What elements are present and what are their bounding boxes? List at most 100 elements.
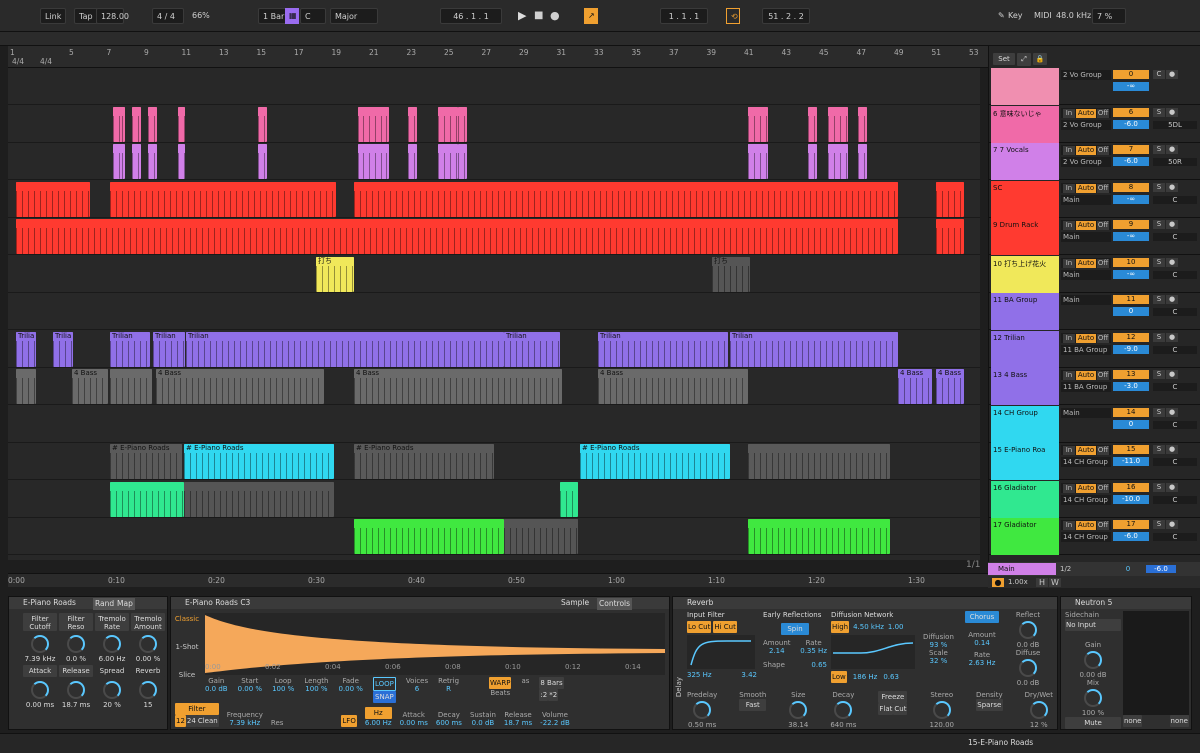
low-toggle[interactable]: Low	[831, 671, 847, 683]
locut-toggle[interactable]: Lo Cut	[687, 621, 712, 633]
track-name[interactable]: SC	[991, 180, 1059, 218]
lfo-hz-toggle[interactable]: Hz	[364, 707, 392, 719]
clip[interactable]: # E-Piano Roads	[580, 444, 730, 479]
output-routing-select[interactable]: Main	[1061, 194, 1111, 205]
track-number[interactable]: 9	[1113, 220, 1149, 229]
pan-field[interactable]: 5DL	[1153, 120, 1197, 129]
track-name[interactable]: 16 Gladiator	[991, 480, 1059, 518]
loop-toggle[interactable]: LOOP	[372, 677, 396, 691]
arrangement-view[interactable]: 打ち 打ち Trilia Trilia Trilian Trilian Trilian Tri…	[8, 68, 980, 560]
chorus-amount-value[interactable]: 0.14	[965, 639, 999, 647]
automation-arm-icon[interactable]: ↗	[584, 8, 598, 24]
clip[interactable]	[258, 106, 267, 142]
solo-button[interactable]: S	[1153, 107, 1165, 117]
er-rate-value[interactable]: 0.35 Hz	[800, 647, 827, 655]
clip[interactable]: 4 Bass	[354, 369, 562, 404]
track-lane[interactable]	[8, 481, 980, 518]
arm-icon[interactable]: ●	[1166, 295, 1178, 304]
track-name[interactable]: 15 E-Piano Roa	[991, 443, 1059, 480]
record-icon[interactable]: ●	[546, 8, 564, 24]
cut-toggle[interactable]: Cut	[893, 703, 908, 715]
monitor-in-button[interactable]: In	[1063, 183, 1075, 193]
macro-knob-4[interactable]	[139, 635, 157, 653]
track-number[interactable]: 7	[1113, 145, 1149, 154]
oneshot-mode[interactable]: 1-Shot	[173, 643, 201, 651]
clip[interactable]: Trilia	[53, 331, 73, 367]
volume-field[interactable]: -6.0	[1113, 157, 1149, 166]
stereo-knob[interactable]	[932, 701, 951, 719]
macro-knob-5[interactable]	[31, 681, 49, 699]
monitor-auto-button[interactable]: Auto	[1076, 221, 1096, 230]
volume-field[interactable]: -∞	[1113, 232, 1149, 241]
macro-knob-7[interactable]	[103, 681, 121, 699]
volume-field[interactable]: 0	[1113, 419, 1149, 429]
drywet-knob[interactable]	[1029, 701, 1048, 719]
shape-value[interactable]: 0.65	[811, 661, 827, 669]
arm-icon[interactable]: ●	[1166, 445, 1178, 454]
scale-select[interactable]: Major	[330, 8, 378, 24]
pan-field[interactable]: C	[1153, 345, 1197, 354]
track-lane[interactable]	[8, 406, 980, 443]
monitor-in-button[interactable]: In	[1063, 146, 1075, 155]
solo-button[interactable]: S	[1153, 332, 1165, 342]
arm-icon[interactable]: ●	[1166, 182, 1178, 192]
track-lane[interactable]	[8, 181, 980, 218]
track-name[interactable]: 11 BA Group	[991, 293, 1059, 330]
clip[interactable]: 4 Bass	[898, 369, 932, 404]
clip[interactable]	[148, 144, 157, 179]
beats-mode[interactable]: Beats	[489, 689, 511, 697]
er-amount-value[interactable]: 2.14	[763, 647, 791, 655]
track-lane[interactable]: 4 Bass 4 Bass 4 Bass 4 Bass 4 Bass 4 Bass	[8, 368, 980, 405]
scale-value[interactable]: 32 %	[923, 657, 954, 665]
track-name[interactable]: 14 CH Group	[991, 405, 1059, 443]
arm-icon[interactable]: ●	[1166, 407, 1178, 417]
follow-icon[interactable]: ●	[992, 577, 1004, 587]
monitor-row[interactable]: In Auto Off	[1061, 257, 1111, 268]
attack-value[interactable]: 0.00 ms	[400, 719, 428, 727]
track-number[interactable]: 15	[1113, 445, 1149, 454]
track-number[interactable]: 11	[1113, 295, 1149, 304]
clip[interactable]	[808, 106, 817, 142]
clip[interactable]	[113, 144, 120, 179]
time-ruler[interactable]: 0:00 0:10 0:20 0:30 0:40 0:50 1:00 1:10 1:20 1:30	[8, 573, 988, 587]
clip[interactable]	[16, 369, 36, 404]
volume-field[interactable]: -∞	[1113, 194, 1149, 204]
clip[interactable]: 4 Bass	[156, 369, 324, 404]
loop-value[interactable]: 100 %	[272, 685, 294, 693]
solo-button[interactable]: S	[1153, 295, 1165, 304]
diffusion-value[interactable]: 93 %	[923, 641, 954, 649]
clip[interactable]	[132, 144, 141, 179]
clip[interactable]: 打ち	[316, 256, 354, 292]
freq-value[interactable]: 7.39 kHz	[227, 719, 263, 727]
gain-value[interactable]: 0.0 dB	[205, 685, 228, 693]
macro-knob-8[interactable]	[139, 681, 157, 699]
input-q-value[interactable]: 3.42	[741, 671, 757, 679]
decay-knob[interactable]	[834, 701, 853, 719]
key-select[interactable]: C	[300, 8, 326, 24]
warp-toggle[interactable]: WARP	[489, 677, 512, 689]
clip[interactable]	[858, 144, 867, 179]
clip[interactable]	[408, 106, 417, 142]
high-toggle[interactable]: High	[831, 621, 850, 633]
input-filter-graph[interactable]	[687, 635, 755, 669]
loop-switch-icon[interactable]: ⟲	[726, 8, 740, 24]
volume-field[interactable]: -∞	[1113, 269, 1149, 279]
slope-24[interactable]: 24	[185, 715, 197, 727]
clip[interactable]	[828, 144, 848, 179]
pan-field[interactable]: C	[1153, 533, 1197, 541]
clip[interactable]	[748, 444, 890, 479]
voices-value[interactable]: 6	[406, 685, 428, 693]
arm-icon[interactable]: ●	[1166, 107, 1178, 117]
high-freq-value[interactable]: 4.50 kHz	[853, 623, 884, 631]
w-button[interactable]: W	[1049, 577, 1061, 587]
clip[interactable]	[748, 106, 768, 142]
pan-field[interactable]: C	[1153, 495, 1197, 504]
monitor-in-button[interactable]: In	[1063, 446, 1075, 455]
track-lane[interactable]: Trilia Trilia Trilian Trilian Trilian Trilian…	[8, 331, 980, 368]
circuit-select[interactable]: Clean	[196, 715, 219, 727]
track-lane[interactable]	[8, 106, 980, 143]
output-routing-select[interactable]: 14 CH Group	[1061, 494, 1111, 505]
monitor-off-button[interactable]: Off	[1097, 183, 1109, 193]
hicut-toggle[interactable]: Hi Cut	[713, 621, 737, 633]
size-knob[interactable]	[789, 701, 808, 719]
